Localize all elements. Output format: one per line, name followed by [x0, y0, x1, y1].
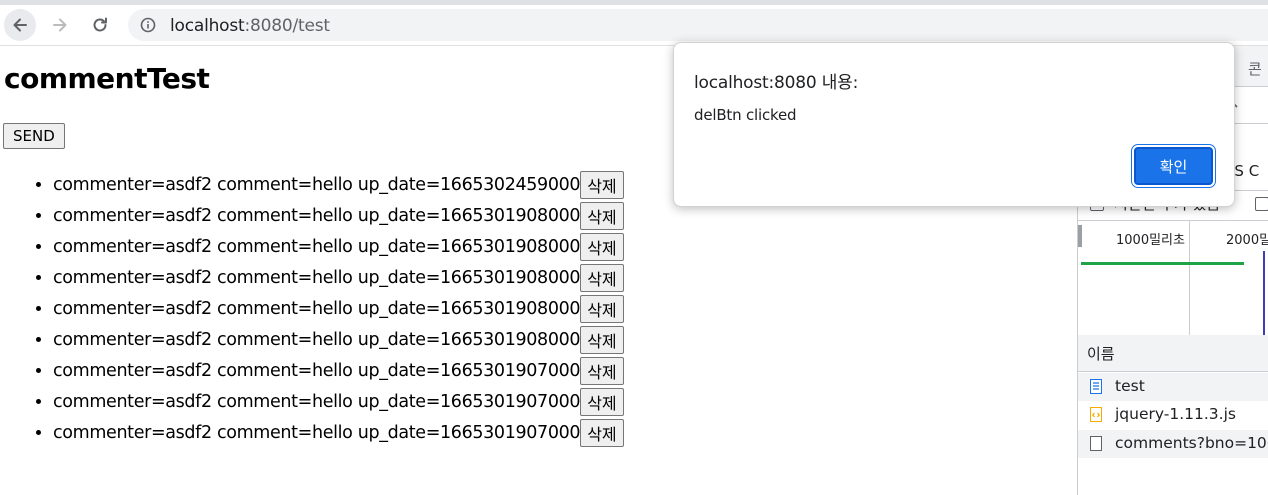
option-checkbox-2[interactable] — [1255, 197, 1268, 211]
network-timeline[interactable]: 1000밀리초 2000밀 — [1078, 220, 1268, 336]
url-host: localhost — [170, 16, 245, 36]
alert-dialog: localhost:8080 내용: delBtn clicked 확인 — [673, 42, 1235, 207]
reload-icon — [93, 17, 107, 32]
page-title: commentTest — [4, 62, 210, 95]
request-row[interactable]: test — [1078, 373, 1268, 401]
back-button[interactable] — [4, 9, 36, 41]
delete-button[interactable]: 삭제 — [580, 388, 624, 416]
comment-item: commenter=asdf2 comment=hello up_date=16… — [53, 294, 624, 325]
comment-item: commenter=asdf2 comment=hello up_date=16… — [53, 387, 624, 418]
timeline-domcontentloaded-line — [1263, 251, 1265, 335]
delete-button[interactable]: 삭제 — [580, 357, 624, 385]
comment-text: commenter=asdf2 comment=hello up_date=16… — [53, 423, 581, 443]
comment-item: commenter=asdf2 comment=hello up_date=16… — [53, 356, 624, 387]
arrow-left-icon — [13, 18, 27, 32]
delete-button[interactable]: 삭제 — [580, 326, 624, 354]
comment-text: commenter=asdf2 comment=hello up_date=16… — [53, 206, 581, 226]
request-name: jquery-1.11.3.js — [1115, 405, 1236, 423]
comment-text: commenter=asdf2 comment=hello up_date=16… — [53, 237, 581, 257]
delete-button[interactable]: 삭제 — [580, 295, 624, 323]
comment-text: commenter=asdf2 comment=hello up_date=16… — [53, 299, 581, 319]
delete-button[interactable]: 삭제 — [580, 171, 624, 199]
request-row[interactable]: comments?bno=1066 — [1078, 430, 1268, 458]
comment-text: commenter=asdf2 comment=hello up_date=16… — [53, 268, 581, 288]
comment-item: commenter=asdf2 comment=hello up_date=16… — [53, 263, 624, 294]
info-icon[interactable] — [140, 17, 156, 33]
xhr-icon — [1090, 436, 1102, 451]
delete-button[interactable]: 삭제 — [580, 202, 624, 230]
delete-button[interactable]: 삭제 — [580, 233, 624, 261]
comment-list: commenter=asdf2 comment=hello up_date=16… — [0, 170, 624, 449]
comment-text: commenter=asdf2 comment=hello up_date=16… — [53, 361, 581, 381]
requests-header: 이름 — [1078, 335, 1268, 372]
arrow-right-icon — [53, 18, 67, 32]
ok-button[interactable]: 확인 — [1134, 147, 1213, 185]
reload-button[interactable] — [84, 9, 116, 41]
request-row[interactable]: jquery-1.11.3.js — [1078, 401, 1268, 429]
script-icon — [1090, 407, 1102, 422]
browser-toolbar: localhost:8080/test — [0, 5, 1268, 46]
address-bar[interactable]: localhost:8080/test — [128, 9, 1268, 41]
column-name[interactable]: 이름 — [1087, 343, 1115, 364]
timeline-bar — [1081, 262, 1244, 265]
timeline-marker — [1078, 225, 1082, 247]
delete-button[interactable]: 삭제 — [580, 419, 624, 447]
comment-text: commenter=asdf2 comment=hello up_date=16… — [53, 330, 581, 350]
timeline-label-2: 2000밀 — [1226, 233, 1268, 248]
comment-item: commenter=asdf2 comment=hello up_date=16… — [53, 418, 624, 449]
document-icon — [1090, 379, 1102, 394]
comment-text: commenter=asdf2 comment=hello up_date=16… — [53, 392, 581, 412]
url-path: :8080/test — [244, 16, 331, 36]
request-name: comments?bno=1066 — [1115, 434, 1268, 452]
timeline-label-1: 1000밀리초 — [1116, 233, 1185, 248]
send-button[interactable]: SEND — [3, 123, 65, 149]
comment-item: commenter=asdf2 comment=hello up_date=16… — [53, 170, 624, 201]
dialog-title: localhost:8080 내용: — [694, 73, 859, 93]
delete-button[interactable]: 삭제 — [580, 264, 624, 292]
comment-item: commenter=asdf2 comment=hello up_date=16… — [53, 325, 624, 356]
forward-button[interactable] — [44, 9, 76, 41]
request-name: test — [1115, 377, 1145, 395]
devtools-tab-console[interactable]: 콘 — [1248, 58, 1262, 79]
dialog-message: delBtn clicked — [694, 106, 797, 124]
comment-item: commenter=asdf2 comment=hello up_date=16… — [53, 232, 624, 263]
comment-text: commenter=asdf2 comment=hello up_date=16… — [53, 175, 581, 195]
timeline-divider — [1189, 221, 1190, 335]
url-text: localhost:8080/test — [170, 16, 330, 36]
comment-item: commenter=asdf2 comment=hello up_date=16… — [53, 201, 624, 232]
